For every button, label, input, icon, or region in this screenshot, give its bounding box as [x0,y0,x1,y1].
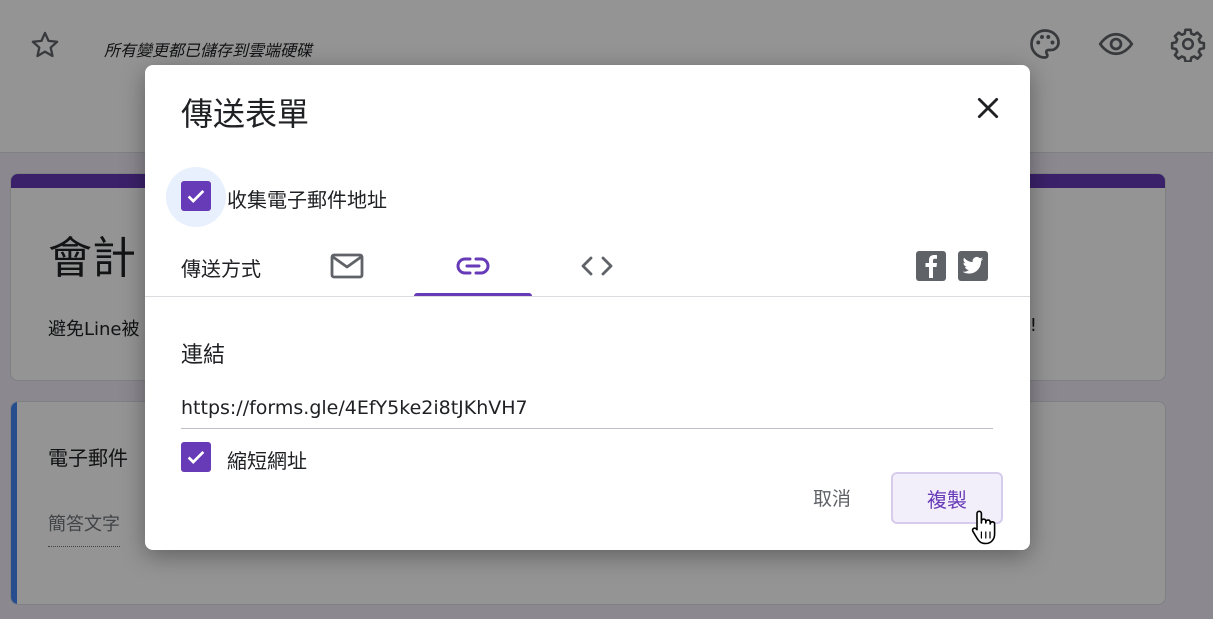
check-icon [187,189,205,203]
collect-email-label[interactable]: 收集電子郵件地址 [227,184,387,213]
send-form-dialog: 傳送表單 收集電子郵件地址 傳送方式 連結 https://forms.gle/… [145,65,1030,550]
hand-cursor-icon [968,508,1000,546]
facebook-icon [925,255,937,278]
cancel-button[interactable]: 取消 [793,475,871,520]
tab-email[interactable] [288,235,406,297]
twitter-icon [962,257,984,274]
shorten-url-checkbox[interactable] [181,442,211,472]
check-icon [187,450,205,464]
tab-link[interactable] [414,235,532,297]
facebook-share-button[interactable] [916,251,946,281]
close-icon [977,97,999,119]
link-url-field[interactable]: https://forms.gle/4EfY5ke2i8tJKhVH7 [181,395,993,429]
code-icon [581,256,613,276]
mail-icon [330,253,364,279]
send-via-label: 傳送方式 [181,257,261,281]
close-button[interactable] [971,91,1005,125]
tabs-divider [145,296,1030,297]
twitter-share-button[interactable] [958,251,988,281]
dialog-title: 傳送表單 [181,95,310,133]
collect-email-checkbox[interactable] [181,181,211,211]
link-icon [456,257,490,275]
tab-embed[interactable] [538,235,656,297]
link-section-label: 連結 [181,343,226,368]
shorten-url-label[interactable]: 縮短網址 [227,445,307,474]
